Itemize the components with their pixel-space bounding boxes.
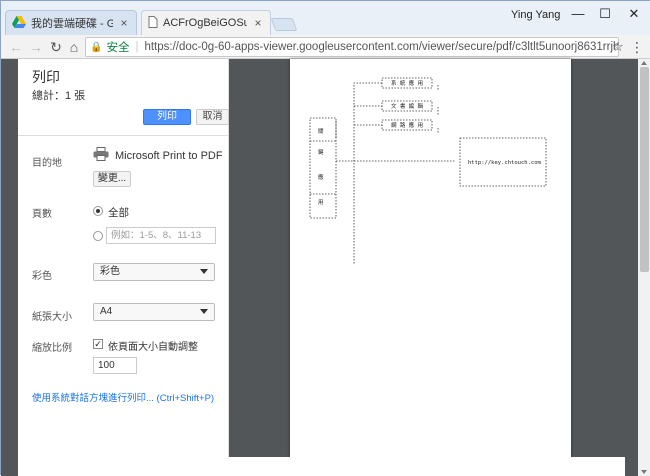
paper-size-value: A4 — [100, 306, 113, 317]
pages-all-radio[interactable] — [93, 206, 103, 216]
paper-size-label: 紙張大小 — [32, 312, 72, 323]
browser-window: 我的雲端硬碟 - Google 雲 × ACFrOgBeiGOSuY5xQ6 ×… — [0, 0, 650, 476]
back-icon[interactable]: ← — [7, 38, 25, 56]
address-bar[interactable]: 🔒 安全 | https://doc-0g-60-apps-viewer.goo… — [85, 37, 619, 57]
scale-input[interactable]: 100 — [93, 357, 137, 374]
maximize-icon[interactable]: ☐ — [594, 5, 616, 23]
scroll-up-icon[interactable] — [641, 61, 647, 65]
diagram-char-3: 應 — [318, 173, 324, 181]
tab-title: 我的雲端硬碟 - Google 雲 — [31, 18, 113, 30]
tab-google-drive[interactable]: 我的雲端硬碟 - Google 雲 × — [5, 10, 137, 35]
print-button[interactable]: 列印 — [143, 109, 191, 125]
printer-icon — [93, 147, 109, 161]
divider — [18, 135, 229, 136]
diagram-char-2: 鍵 — [318, 148, 324, 156]
next-page-preview — [55, 457, 625, 476]
menu-icon[interactable]: ⋮ — [629, 38, 645, 56]
print-preview-page: 系 統 應 用 文 書 編 輯 網 路 應 用 http://key.chtou… — [290, 59, 571, 457]
home-icon[interactable]: ⌂ — [65, 38, 83, 56]
destination-label: 目的地 — [32, 158, 62, 169]
user-name[interactable]: Ying Yang — [511, 9, 560, 21]
star-icon[interactable]: ☆ — [609, 38, 627, 56]
diagram-label-system: 系 統 應 用 — [391, 79, 423, 87]
scroll-thumb[interactable] — [640, 67, 649, 272]
page-content: 列印 總計：1 張 列印 取消 目的地 Microsoft Print to P… — [1, 59, 650, 476]
chevron-down-icon — [200, 309, 208, 314]
sheet-total: 總計：1 張 — [32, 90, 86, 102]
system-dialog-link[interactable]: 使用系統對話方塊進行列印... (Ctrl+Shift+P) — [32, 390, 214, 404]
tab-pdf[interactable]: ACFrOgBeiGOSuY5xQ6 × — [141, 10, 271, 35]
destination-value: Microsoft Print to PDF — [115, 150, 223, 162]
fit-to-page-label: 依頁面大小自動調整 — [108, 342, 198, 353]
color-label: 彩色 — [32, 271, 52, 282]
toolbar: ← → ↻ ⌂ 🔒 安全 | https://doc-0g-60-apps-vi… — [1, 35, 650, 59]
diagram-label-network: 網 路 應 用 — [391, 121, 423, 129]
lock-icon: 🔒 — [90, 41, 103, 53]
color-select-value: 彩色 — [100, 266, 120, 277]
close-window-icon[interactable]: ✕ — [623, 5, 645, 23]
scroll-down-icon[interactable] — [641, 470, 647, 474]
change-destination-button[interactable]: 變更... — [93, 171, 131, 187]
new-tab-button[interactable] — [270, 18, 298, 31]
divider: | — [135, 41, 139, 53]
tab-strip: 我的雲端硬碟 - Google 雲 × ACFrOgBeiGOSuY5xQ6 ×… — [1, 1, 650, 35]
fit-to-page-checkbox[interactable]: ✓ — [93, 339, 103, 349]
close-icon[interactable]: × — [118, 16, 130, 30]
preview-diagram: 系 統 應 用 文 書 編 輯 網 路 應 用 http://key.chtou… — [309, 77, 547, 264]
diagram-label-document: 文 書 編 輯 — [391, 102, 423, 110]
pages-label: 頁數 — [32, 209, 52, 220]
chevron-down-icon — [200, 269, 208, 274]
pages-custom-radio[interactable] — [93, 231, 103, 241]
cancel-button[interactable]: 取消 — [196, 109, 229, 125]
tab-title: ACFrOgBeiGOSuY5xQ6 — [163, 17, 247, 29]
secure-label: 安全 — [106, 42, 130, 54]
google-drive-icon — [12, 15, 26, 31]
color-select[interactable]: 彩色 — [93, 263, 215, 281]
print-settings-panel: 列印 總計：1 張 列印 取消 目的地 Microsoft Print to P… — [18, 59, 229, 476]
scrollbar[interactable] — [638, 59, 650, 476]
diagram-char-4: 用 — [318, 199, 324, 206]
url-text: https://doc-0g-60-apps-viewer.googleuser… — [144, 41, 619, 53]
pages-all-label: 全部 — [108, 207, 129, 219]
diagram-url: http://key.chtouch.com — [468, 160, 542, 166]
paper-size-select[interactable]: A4 — [93, 303, 215, 321]
pages-range-input[interactable]: 例如：1-5、8、11-13 — [106, 227, 216, 244]
minimize-icon[interactable]: — — [567, 5, 589, 23]
reload-icon[interactable]: ↻ — [47, 38, 65, 56]
scale-label: 縮放比例 — [32, 343, 72, 354]
print-title: 列印 — [32, 69, 60, 85]
forward-icon[interactable]: → — [27, 38, 45, 56]
close-icon[interactable]: × — [252, 16, 264, 30]
document-icon — [148, 15, 158, 31]
diagram-char-1: 關 — [318, 128, 324, 135]
